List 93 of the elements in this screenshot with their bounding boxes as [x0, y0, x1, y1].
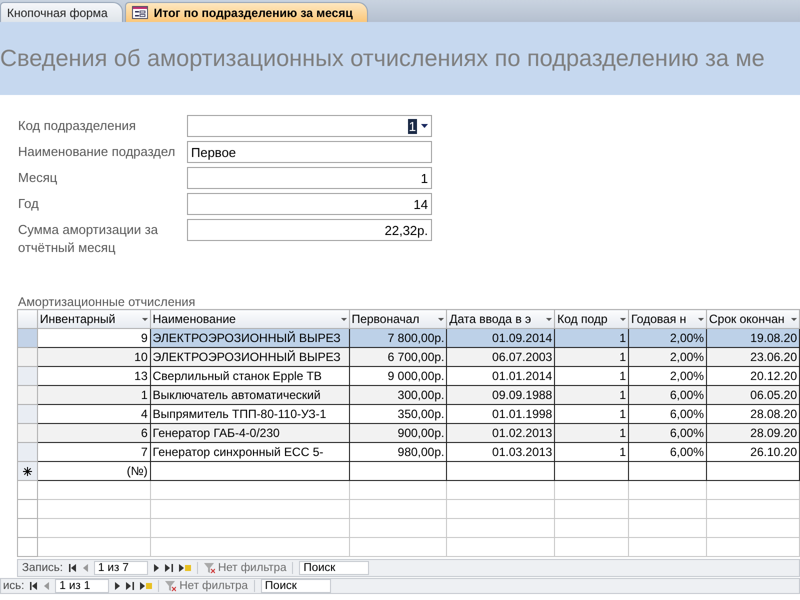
- record-position-field[interactable]: 1 из 7: [94, 561, 148, 575]
- table-cell: 7: [37, 442, 150, 462]
- previous-record-icon[interactable]: [82, 564, 88, 572]
- table-cell: 1: [554, 424, 629, 442]
- field-label: Сумма амортизации за отчётный месяц: [18, 221, 159, 257]
- input-field[interactable]: 14: [187, 193, 432, 215]
- combo-box[interactable]: 1: [187, 115, 432, 137]
- column-header[interactable]: Срок окончан: [706, 310, 800, 328]
- form-title: Сведения об амортизационных отчислениях по подразделению за ме: [0, 45, 765, 72]
- last-record-icon[interactable]: [126, 582, 134, 590]
- dropdown-arrow-icon: [546, 318, 552, 320]
- search-field[interactable]: Поиск: [260, 579, 331, 593]
- filter-button[interactable]: Нет фильтра: [158, 580, 255, 592]
- row-selector[interactable]: [18, 424, 38, 442]
- table-cell: 01.09.2014: [446, 328, 555, 348]
- row-selector[interactable]: [18, 442, 38, 462]
- dropdown-arrow-icon: [142, 318, 148, 320]
- column-header[interactable]: Годовая н: [628, 310, 706, 328]
- table-cell: 1: [554, 442, 629, 462]
- table-cell: 300,00р.: [349, 386, 447, 404]
- dropdown-arrow-icon: [438, 318, 444, 320]
- table-cell: 01.03.2013: [446, 442, 555, 462]
- table-cell: 09.09.1988: [446, 386, 555, 404]
- document-tab[interactable]: Кнопочная форма: [0, 2, 123, 22]
- field-label: Месяц: [18, 169, 58, 187]
- next-record-icon[interactable]: [115, 582, 120, 590]
- table-cell: 6,00%: [628, 386, 706, 404]
- record-label: Запись:: [22, 562, 63, 574]
- table-cell: 1: [554, 386, 629, 404]
- table-cell: 7 800,00р.: [349, 328, 447, 348]
- dropdown-arrow-icon: [620, 318, 626, 320]
- table-cell: 1: [37, 386, 150, 404]
- dropdown-arrow-icon: [340, 318, 347, 320]
- first-record-icon[interactable]: [68, 564, 77, 572]
- table-cell: Генератор синхронный ECC 5-: [150, 442, 350, 462]
- table-cell: 980,00р.: [349, 442, 447, 462]
- row-selector[interactable]: [18, 348, 38, 366]
- table-cell: 19.08.20: [706, 328, 800, 348]
- table-cell: 1: [554, 328, 629, 348]
- input-field[interactable]: 1: [187, 167, 432, 189]
- column-header[interactable]: Первоначал: [349, 310, 447, 328]
- input-field[interactable]: 22,32р.: [187, 219, 432, 241]
- table-cell: 06.05.20: [706, 386, 800, 404]
- select-all-corner[interactable]: [18, 310, 38, 328]
- column-header[interactable]: Код подр: [554, 310, 629, 328]
- search-field[interactable]: Поиск: [299, 561, 370, 575]
- table-cell: 06.07.2003: [446, 348, 555, 366]
- new-record-icon[interactable]: [178, 564, 191, 572]
- dropdown-arrow-icon: [698, 318, 704, 320]
- filter-button[interactable]: Нет фильтра: [196, 562, 294, 574]
- record-label: ись:: [3, 580, 24, 592]
- document-tab[interactable]: Итог по подразделению за месяц: [124, 2, 368, 22]
- table-cell: 10: [37, 348, 150, 366]
- table-cell: 01.02.2013: [446, 424, 555, 442]
- table-cell: 6 700,00р.: [349, 348, 447, 366]
- new-record-icon[interactable]: [140, 582, 152, 590]
- table-cell: Генератор ГАБ-4-0/230: [150, 424, 350, 442]
- funnel-icon: [204, 562, 215, 574]
- table-cell: 6,00%: [628, 442, 706, 462]
- table-cell: 23.06.20: [706, 348, 800, 366]
- first-record-icon[interactable]: [30, 582, 38, 590]
- last-record-icon[interactable]: [164, 564, 173, 572]
- row-selector[interactable]: [18, 366, 38, 386]
- table-cell: 2,00%: [628, 328, 706, 348]
- field-label: Код подразделения: [18, 117, 137, 135]
- dropdown-arrow-icon: [791, 318, 797, 320]
- record-position-field[interactable]: 1 из 1: [55, 579, 110, 593]
- column-header[interactable]: Инвентарный: [37, 310, 150, 328]
- table-cell: 6,00%: [628, 424, 706, 442]
- row-selector[interactable]: [18, 386, 38, 404]
- table-cell: Выключатель автоматический: [150, 386, 350, 404]
- next-record-icon[interactable]: [154, 564, 159, 572]
- row-selector[interactable]: [18, 404, 38, 424]
- form-icon: [132, 6, 148, 19]
- dropdown-arrow-icon: [421, 124, 428, 128]
- new-row-asterisk-icon: [22, 466, 32, 476]
- row-selector[interactable]: [18, 328, 38, 348]
- table-cell: 6: [37, 424, 150, 442]
- table-cell: 1: [554, 348, 629, 366]
- table-cell: ЭЛЕКТРОЭРОЗИОННЫЙ ВЫРЕЗ: [150, 328, 350, 348]
- input-field[interactable]: Первое: [187, 141, 432, 163]
- table-cell: 2,00%: [628, 348, 706, 366]
- table-cell: 900,00р.: [349, 424, 447, 442]
- column-header[interactable]: Дата ввода в э: [446, 310, 555, 328]
- table-cell: 26.10.20: [706, 442, 800, 462]
- table-cell: ЭЛЕКТРОЭРОЗИОННЫЙ ВЫРЕЗ: [150, 348, 350, 366]
- funnel-icon: [165, 580, 176, 592]
- column-header[interactable]: Наименование: [150, 310, 350, 328]
- previous-record-icon[interactable]: [44, 582, 50, 590]
- field-label: Наименование подраздел: [18, 143, 176, 161]
- table-cell: 28.09.20: [706, 424, 800, 442]
- field-label: Год: [18, 195, 40, 213]
- subform-label: Амортизационные отчисления: [18, 295, 196, 309]
